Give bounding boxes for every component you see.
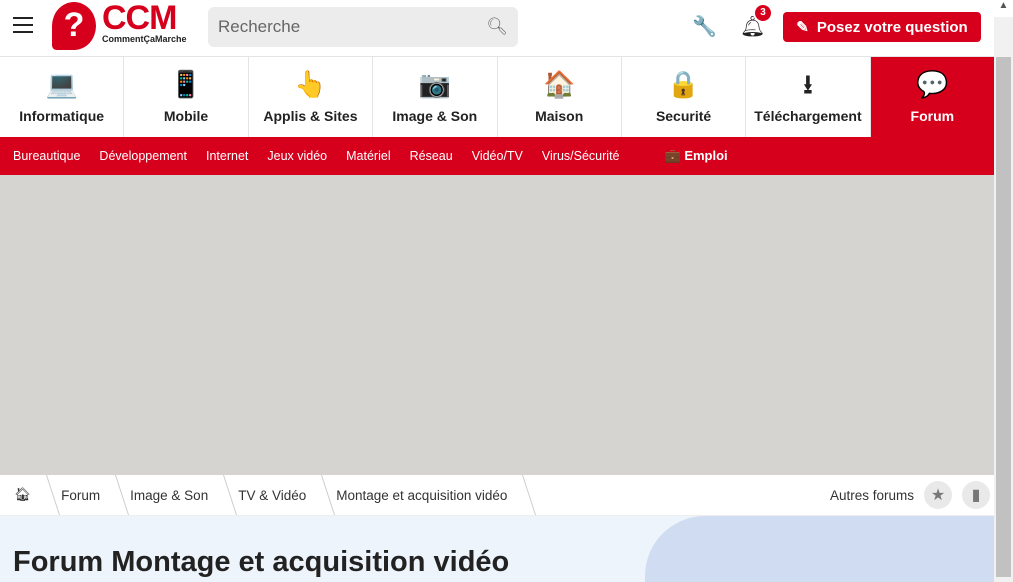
scrollbar[interactable]: ▲ — [994, 0, 1013, 582]
subnav-item[interactable]: Développement — [99, 149, 187, 163]
category-icon: ⭳ — [803, 69, 813, 99]
breadcrumb: 🏠︎ Forum Image & Son TV & Vidéo Montage … — [0, 475, 994, 516]
category-icon: 🏠 — [543, 69, 576, 99]
other-forums-link[interactable]: Autres forums — [830, 488, 914, 503]
nav-item[interactable]: 📷 Image & Son — [373, 57, 498, 137]
category-icon: 👆 — [294, 69, 327, 99]
hero-shape — [645, 516, 994, 582]
search-input[interactable]: Recherche 🔍︎ — [208, 7, 518, 47]
menu-icon[interactable] — [13, 17, 33, 33]
briefcase-icon: 💼 — [664, 148, 685, 163]
search-icon[interactable]: 🔍︎ — [486, 17, 508, 37]
stats-icon[interactable]: ▮ — [962, 481, 990, 509]
subnav-item[interactable]: Matériel — [346, 149, 390, 163]
subnav-item[interactable]: Vidéo/TV — [472, 149, 523, 163]
breadcrumb-item[interactable]: Montage et acquisition vidéo — [322, 475, 523, 515]
nav-item[interactable]: 🔒 Securité — [622, 57, 747, 137]
nav-item[interactable]: 👆 Applis & Sites — [249, 57, 374, 137]
subnav-item[interactable]: Réseau — [410, 149, 453, 163]
breadcrumb-item[interactable]: Forum — [47, 475, 116, 515]
category-icon: 💬 — [916, 69, 949, 99]
sub-nav: Bureautique Développement Internet Jeux vid… — [0, 137, 994, 175]
category-icon: 🔒 — [667, 69, 700, 99]
category-icon: 📷 — [418, 69, 451, 99]
hero: Forum Montage et acquisition vidéo — [0, 516, 994, 582]
nav-item[interactable]: 💬 Forum — [870, 57, 994, 137]
tools-icon[interactable]: 🔧 — [692, 14, 717, 39]
ask-question-button[interactable]: ✎ Posez votre question — [783, 12, 981, 42]
star-icon[interactable]: ★ — [924, 481, 952, 509]
subnav-item[interactable]: Jeux vidéo — [267, 149, 327, 163]
ad-placeholder — [0, 175, 994, 475]
breadcrumb-item[interactable]: Image & Son — [116, 475, 224, 515]
page-title: Forum Montage et acquisition vidéo — [13, 546, 510, 578]
logo[interactable]: ? CCM CommentÇaMarche — [52, 1, 187, 50]
main-nav: 💻 Informatique 📱 Mobile 👆 Applis & Sites 📷 Imag… — [0, 57, 994, 137]
nav-item[interactable]: 📱 Mobile — [124, 57, 249, 137]
nav-item[interactable]: 🏠 Maison — [498, 57, 622, 137]
job-link[interactable]: 💼 Emploi — [665, 148, 728, 164]
home-icon[interactable]: 🏠︎ — [0, 475, 47, 515]
header: ? CCM CommentÇaMarche Recherche 🔍︎ 🔧 🔔︎ 3 ✎… — [0, 0, 994, 57]
notification-badge: 3 — [753, 3, 773, 23]
scrollbar-thumb[interactable] — [996, 57, 1011, 577]
edit-icon: ✎ — [796, 19, 809, 36]
category-icon: 💻 — [45, 69, 78, 99]
subnav-item[interactable]: Virus/Sécurité — [542, 149, 620, 163]
nav-item[interactable]: ⭳ Téléchargement — [746, 57, 871, 137]
breadcrumb-item[interactable]: TV & Vidéo — [224, 475, 322, 515]
subnav-item[interactable]: Internet — [206, 149, 248, 163]
category-icon: 📱 — [169, 69, 203, 99]
subnav-item[interactable]: Bureautique — [13, 149, 80, 163]
scroll-up-icon[interactable]: ▲ — [994, 0, 1013, 17]
nav-item[interactable]: 💻 Informatique — [0, 57, 125, 137]
